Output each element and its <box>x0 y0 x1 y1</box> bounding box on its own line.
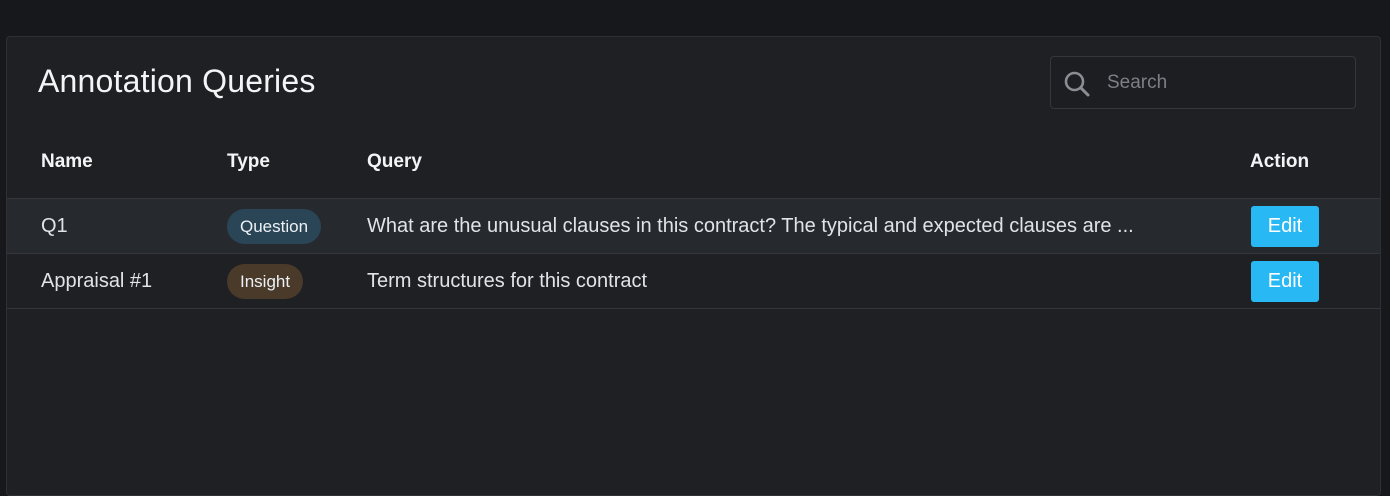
queries-table: Name Type Query Action Q1 Question What … <box>7 133 1380 309</box>
column-header-action: Action <box>1250 151 1310 172</box>
table-header: Name Type Query Action <box>7 133 1380 199</box>
type-badge: Question <box>227 209 322 244</box>
edit-button[interactable]: Edit <box>1251 261 1319 302</box>
type-badge: Insight <box>227 264 304 299</box>
row-query: Term structures for this contract <box>367 270 648 292</box>
search-icon <box>1063 70 1091 98</box>
column-header-type[interactable]: Type <box>227 151 270 173</box>
column-header-query[interactable]: Query <box>367 151 422 173</box>
search-input[interactable] <box>1107 57 1347 108</box>
row-name: Appraisal #1 <box>41 270 153 292</box>
edit-button[interactable]: Edit <box>1251 206 1319 247</box>
page-title: Annotation Queries <box>38 63 316 99</box>
column-header-name[interactable]: Name <box>41 151 93 173</box>
table-row[interactable]: Q1 Question What are the unusual clauses… <box>7 199 1380 254</box>
table-row[interactable]: Appraisal #1 Insight Term structures for… <box>7 254 1380 309</box>
row-name: Q1 <box>41 215 68 237</box>
row-query: What are the unusual clauses in this con… <box>367 215 1134 237</box>
search-box[interactable] <box>1050 56 1356 109</box>
annotation-queries-panel: Annotation Queries Name Type Query Actio… <box>6 36 1381 496</box>
